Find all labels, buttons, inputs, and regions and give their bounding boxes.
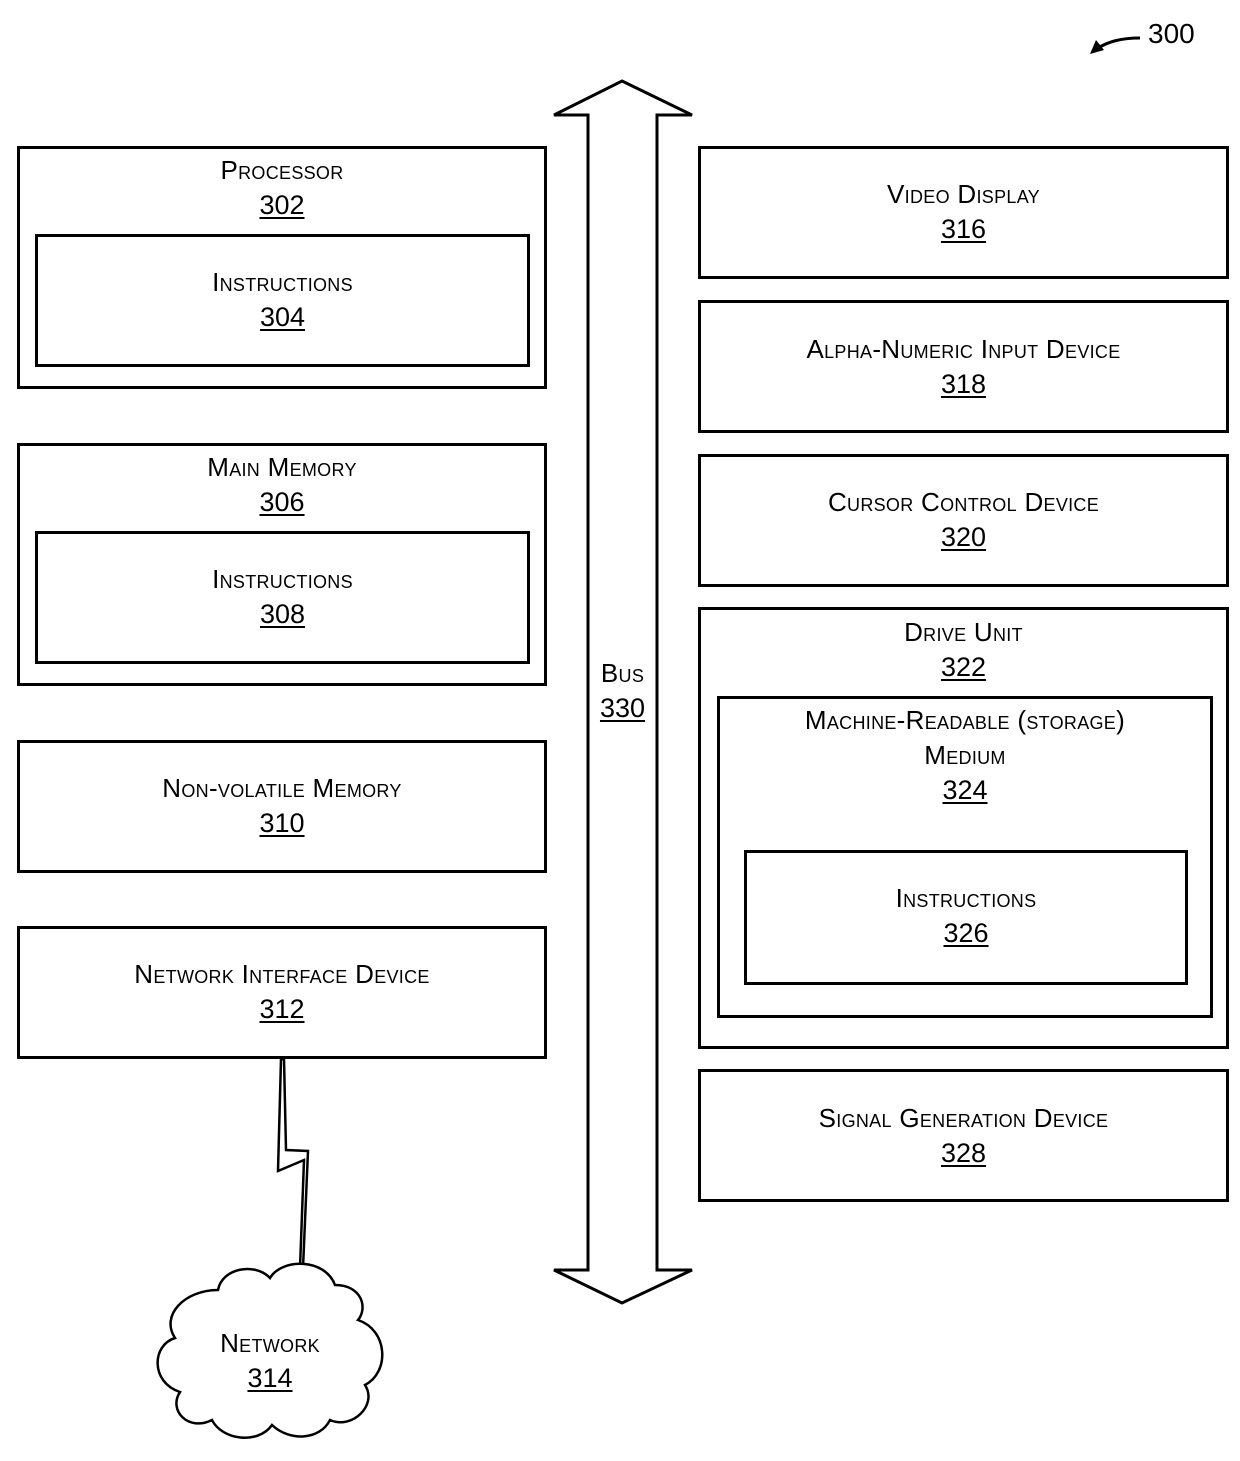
machine-readable-medium-label-line1: Machine-Readable (storage) bbox=[804, 705, 1126, 735]
video-display-label: Video Display bbox=[887, 179, 1040, 209]
alpha-numeric-input-device-box: Alpha-Numeric Input Device 318 bbox=[698, 300, 1229, 433]
drive-unit-box: Drive Unit 322 Machine-Readable (storage… bbox=[698, 607, 1229, 1049]
machine-readable-medium-ref: 324 bbox=[942, 775, 988, 805]
drive-instructions-ref: 326 bbox=[943, 918, 989, 948]
drive-instructions-label: Instructions bbox=[895, 883, 1037, 913]
drive-unit-ref: 322 bbox=[940, 652, 987, 682]
signal-generation-device-box: Signal Generation Device 328 bbox=[698, 1069, 1229, 1202]
signal-generation-device-ref: 328 bbox=[940, 1138, 987, 1168]
cursor-control-device-label: Cursor Control Device bbox=[827, 487, 1100, 517]
drive-instructions-box: Instructions 326 bbox=[744, 850, 1188, 985]
network-ref: 314 bbox=[247, 1363, 293, 1393]
machine-readable-medium-box: Machine-Readable (storage) Medium 324 In… bbox=[717, 696, 1213, 1018]
alpha-numeric-input-device-ref: 318 bbox=[940, 369, 987, 399]
signal-generation-device-label: Signal Generation Device bbox=[818, 1103, 1109, 1133]
network-label: Network bbox=[220, 1328, 320, 1358]
alpha-numeric-input-device-label: Alpha-Numeric Input Device bbox=[806, 334, 1121, 364]
video-display-ref: 316 bbox=[940, 214, 987, 244]
drive-unit-label: Drive Unit bbox=[904, 617, 1023, 647]
cursor-control-device-ref: 320 bbox=[940, 522, 987, 552]
machine-readable-medium-label-line2: Medium bbox=[924, 740, 1006, 770]
cursor-control-device-box: Cursor Control Device 320 bbox=[698, 454, 1229, 587]
video-display-box: Video Display 316 bbox=[698, 146, 1229, 279]
